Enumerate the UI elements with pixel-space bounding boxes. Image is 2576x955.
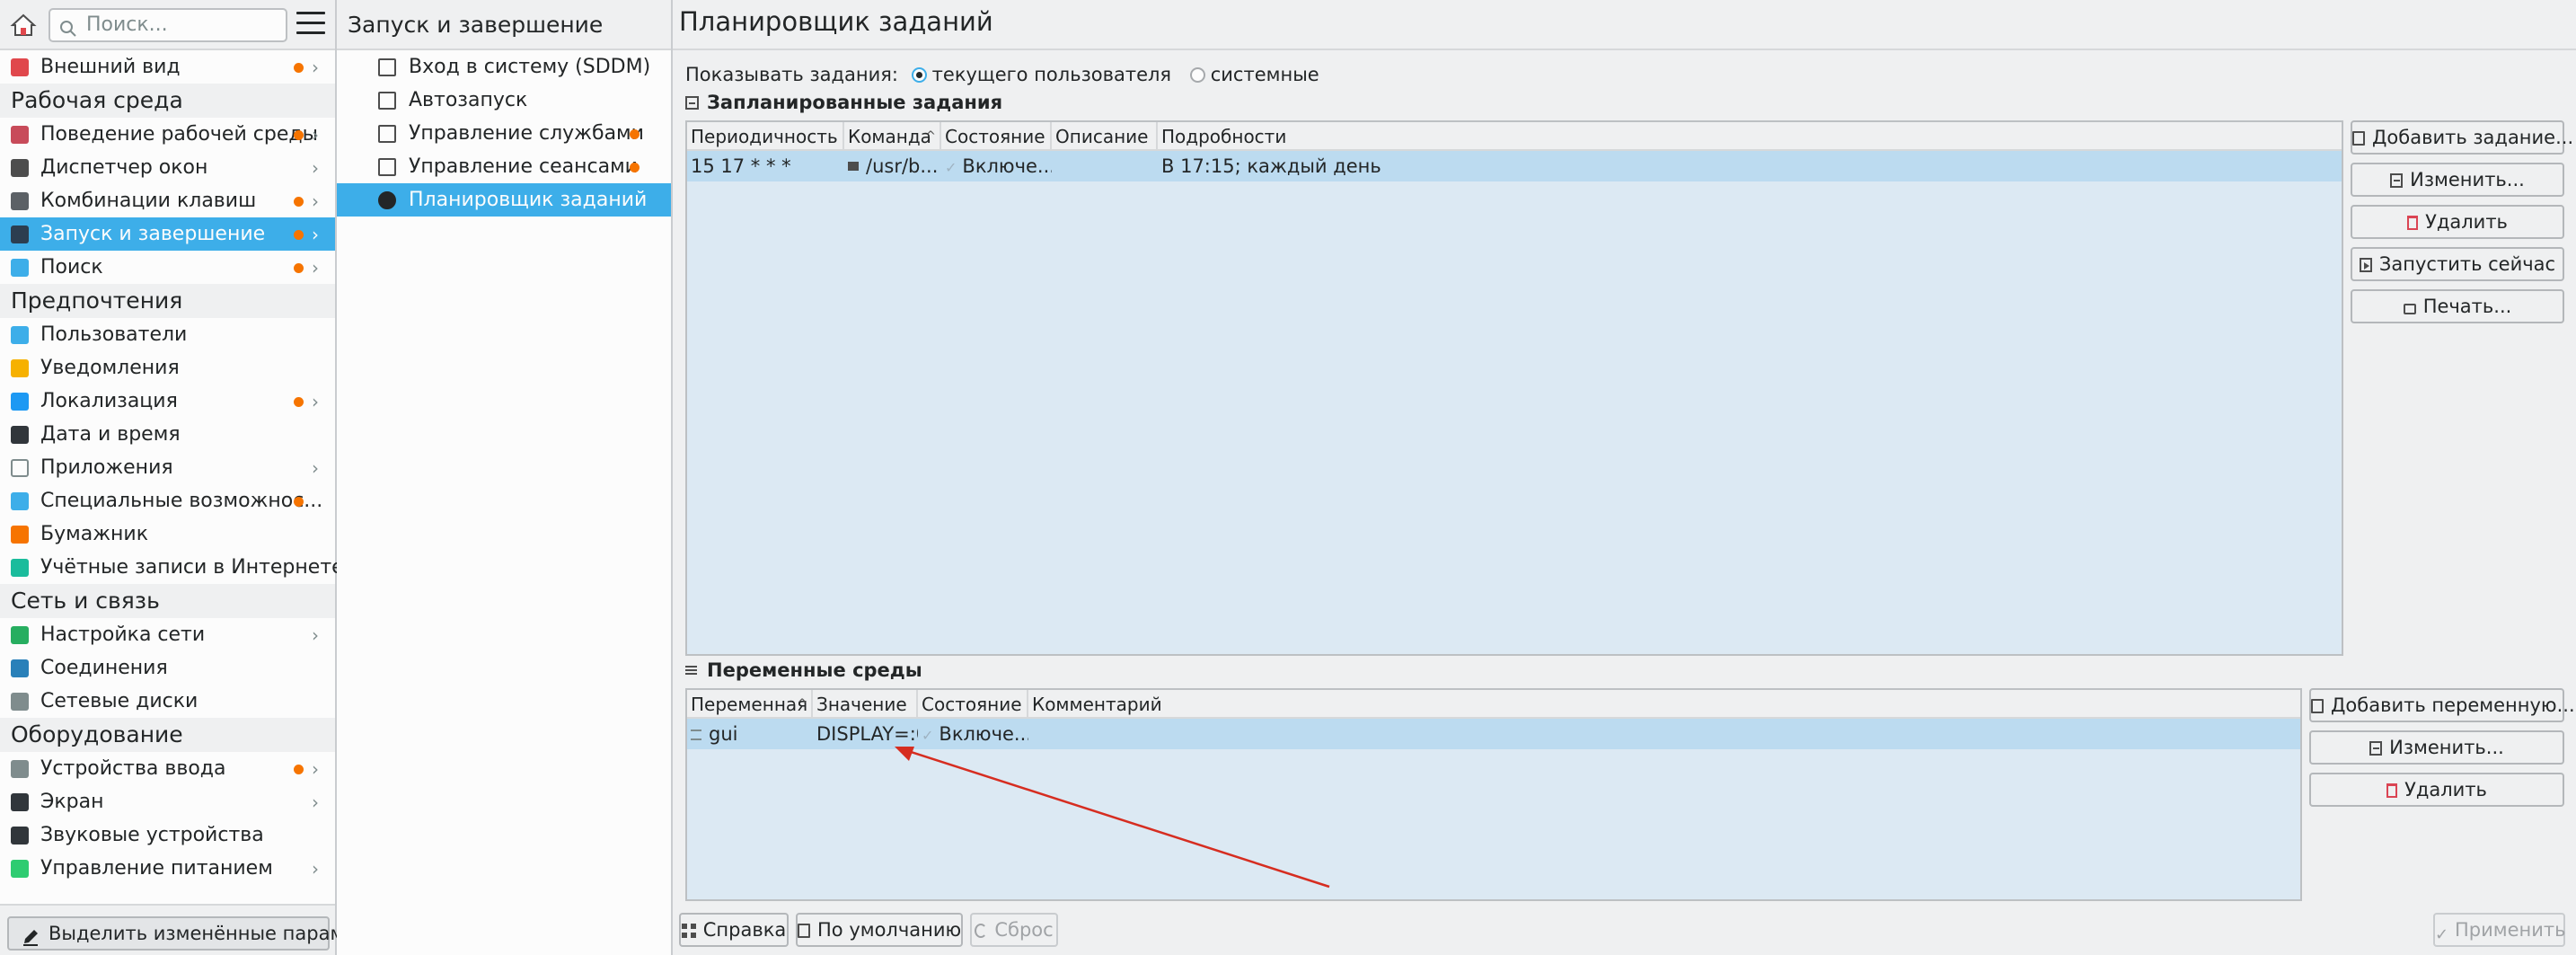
annotation-arrow [895,747,1330,889]
